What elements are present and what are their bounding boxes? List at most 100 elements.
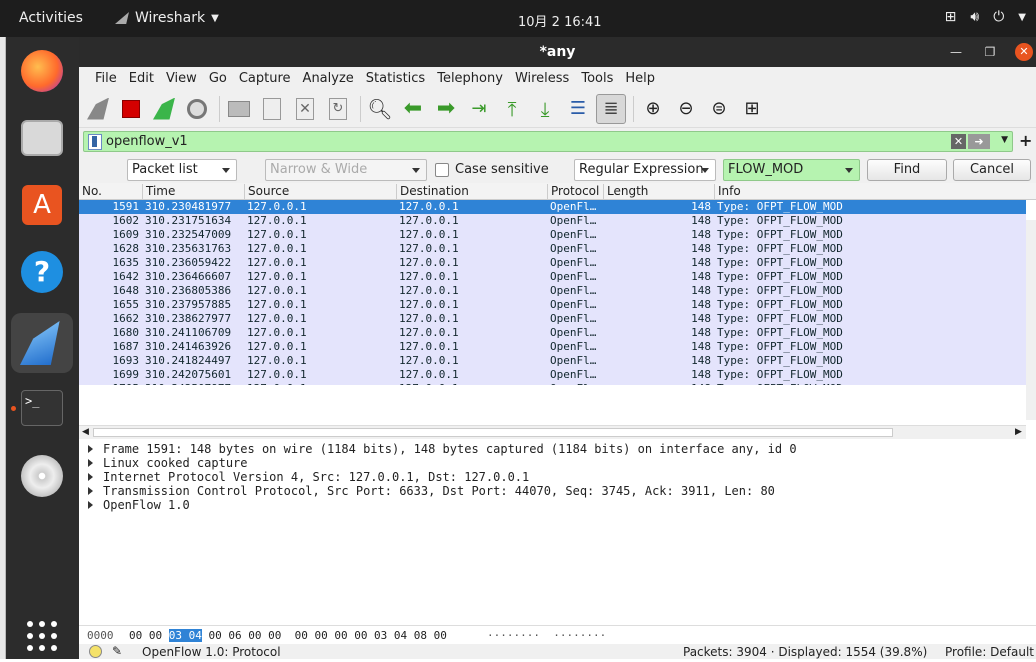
scroll-right-icon[interactable]: ▶: [1015, 427, 1022, 437]
wireshark-icon[interactable]: [11, 313, 73, 373]
apply-filter-icon[interactable]: ➜: [968, 134, 990, 149]
packet-row[interactable]: 1705 310.242507977 127.0.0.1 127.0.0.1 OpenF…: [79, 382, 1026, 385]
zoom-in-icon[interactable]: ⊕: [638, 94, 668, 124]
bytes-ascii[interactable]: ········ ········: [487, 629, 606, 642]
column-time[interactable]: Time: [142, 184, 244, 200]
software-store-icon[interactable]: A: [16, 179, 68, 231]
packet-list-hscrollbar[interactable]: ◀ ▶: [79, 425, 1026, 439]
column-destination[interactable]: Destination: [396, 184, 547, 200]
packet-dst: 127.0.0.1: [399, 242, 459, 255]
column-length[interactable]: Length: [603, 184, 714, 200]
detail-ipv4[interactable]: Internet Protocol Version 4, Src: 127.0.…: [79, 470, 1036, 484]
menu-tools[interactable]: Tools: [575, 71, 619, 86]
last-packet-icon[interactable]: ⤓: [530, 94, 560, 124]
menu-file[interactable]: File: [89, 71, 123, 86]
system-tray[interactable]: ⊞ 🔊︎ ⏻ ▼: [945, 9, 1026, 25]
capture-options-icon[interactable]: [182, 94, 212, 124]
firefox-icon[interactable]: [16, 45, 68, 97]
case-sensitive-checkbox[interactable]: [435, 163, 449, 177]
column-protocol[interactable]: Protocol: [547, 184, 603, 200]
packet-row[interactable]: 1662 310.238627977 127.0.0.1 127.0.0.1 OpenF…: [79, 312, 1026, 326]
packet-row[interactable]: 1655 310.237957885 127.0.0.1 127.0.0.1 OpenF…: [79, 298, 1026, 312]
column-info[interactable]: Info: [714, 184, 1026, 200]
save-file-icon[interactable]: [257, 94, 287, 124]
status-profile[interactable]: Profile: Default: [945, 645, 1034, 659]
search-input[interactable]: FLOW_MOD: [723, 159, 860, 181]
resize-columns-icon[interactable]: ⊞: [737, 94, 767, 124]
dvd-icon[interactable]: [16, 450, 68, 502]
column-source[interactable]: Source: [244, 184, 396, 200]
restart-capture-icon[interactable]: [149, 94, 179, 124]
scroll-left-icon[interactable]: ◀: [82, 427, 89, 437]
toolbar-separator: [360, 95, 361, 122]
zoom-out-icon[interactable]: ⊖: [671, 94, 701, 124]
find-button[interactable]: Find: [867, 159, 947, 181]
first-packet-icon[interactable]: ⤒: [497, 94, 527, 124]
zoom-normal-icon[interactable]: ⊜: [704, 94, 734, 124]
find-packet-icon[interactable]: 🔍︎: [365, 94, 395, 124]
reload-file-icon[interactable]: ↻: [323, 94, 353, 124]
menu-edit[interactable]: Edit: [123, 71, 160, 86]
go-to-packet-icon[interactable]: ⇥: [464, 94, 494, 124]
menu-help[interactable]: Help: [619, 71, 661, 86]
colorize-icon[interactable]: ≣: [596, 93, 626, 124]
detail-tcp[interactable]: Transmission Control Protocol, Src Port:…: [79, 484, 1036, 498]
menu-telephony[interactable]: Telephony: [431, 71, 509, 86]
packet-row[interactable]: 1642 310.236466607 127.0.0.1 127.0.0.1 OpenF…: [79, 270, 1026, 284]
menu-wireless[interactable]: Wireless: [509, 71, 575, 86]
help-icon[interactable]: ?: [16, 246, 68, 298]
edit-comment-icon[interactable]: ✎: [112, 644, 122, 658]
clear-filter-icon[interactable]: ✕: [951, 134, 966, 149]
packet-list-vscrollbar[interactable]: [1026, 220, 1036, 420]
detail-linux-cooked[interactable]: Linux cooked capture: [79, 456, 1036, 470]
char-width-select[interactable]: Narrow & Wide: [265, 159, 427, 181]
packet-row[interactable]: 1635 310.236059422 127.0.0.1 127.0.0.1 OpenF…: [79, 256, 1026, 270]
go-back-icon[interactable]: ⬅: [398, 94, 428, 124]
packet-row[interactable]: 1680 310.241106709 127.0.0.1 127.0.0.1 OpenF…: [79, 326, 1026, 340]
go-forward-icon[interactable]: ➡: [431, 94, 461, 124]
scroll-thumb[interactable]: [93, 428, 893, 437]
bookmark-icon[interactable]: [88, 133, 102, 150]
bytes-hex[interactable]: 00 00 03 04 00 06 00 00 00 00 00 00 03 0…: [129, 629, 447, 642]
menu-capture[interactable]: Capture: [233, 71, 297, 86]
packet-row[interactable]: 1693 310.241824497 127.0.0.1 127.0.0.1 OpenF…: [79, 354, 1026, 368]
menu-analyze[interactable]: Analyze: [297, 71, 360, 86]
packet-info: Type: OFPT_FLOW_MOD: [717, 382, 843, 385]
minimize-icon[interactable]: —: [947, 43, 965, 61]
packet-row[interactable]: 1609 310.232547009 127.0.0.1 127.0.0.1 OpenF…: [79, 228, 1026, 242]
packet-row[interactable]: 1648 310.236805386 127.0.0.1 127.0.0.1 OpenF…: [79, 284, 1026, 298]
stop-capture-icon[interactable]: [116, 94, 146, 124]
autoscroll-icon[interactable]: ☰: [563, 94, 593, 124]
search-in-select[interactable]: Packet list: [127, 159, 237, 181]
packet-row[interactable]: 1699 310.242075601 127.0.0.1 127.0.0.1 OpenF…: [79, 368, 1026, 382]
display-filter-input[interactable]: openflow_v1 ✕ ➜ ▼: [83, 131, 1013, 152]
menu-go[interactable]: Go: [203, 71, 233, 86]
terminal-icon[interactable]: >_: [16, 382, 68, 434]
chevron-down-icon[interactable]: ▼: [1001, 135, 1008, 145]
packet-row[interactable]: 1687 310.241463926 127.0.0.1 127.0.0.1 OpenF…: [79, 340, 1026, 354]
add-filter-button[interactable]: +: [1019, 131, 1032, 150]
packet-row[interactable]: 1602 310.231751634 127.0.0.1 127.0.0.1 OpenF…: [79, 214, 1026, 228]
app-menu[interactable]: Wireshark ▼: [115, 10, 219, 26]
activities-button[interactable]: Activities: [19, 10, 83, 26]
title-bar[interactable]: *any — ❐ ✕: [79, 37, 1036, 67]
search-type-select[interactable]: Regular Expression: [574, 159, 716, 181]
clock[interactable]: 10月 2 16:41: [518, 11, 602, 30]
detail-openflow[interactable]: OpenFlow 1.0: [79, 498, 1036, 512]
restore-icon[interactable]: ❐: [981, 43, 999, 61]
close-icon[interactable]: ✕: [1015, 43, 1033, 61]
packet-row[interactable]: 1591 310.230481977 127.0.0.1 127.0.0.1 OpenF…: [79, 200, 1026, 214]
detail-frame[interactable]: Frame 1591: 148 bytes on wire (1184 bits…: [79, 442, 1036, 456]
menu-statistics[interactable]: Statistics: [360, 71, 431, 86]
files-icon[interactable]: [16, 112, 68, 164]
packet-time: 310.242075601: [145, 368, 232, 381]
cancel-button[interactable]: Cancel: [953, 159, 1031, 181]
start-capture-icon[interactable]: [83, 94, 113, 124]
expert-info-icon[interactable]: [89, 645, 102, 658]
column-no[interactable]: No.: [79, 184, 102, 200]
menu-view[interactable]: View: [160, 71, 203, 86]
app-grid-icon[interactable]: [16, 610, 68, 662]
open-file-icon[interactable]: [224, 94, 254, 124]
packet-row[interactable]: 1628 310.235631763 127.0.0.1 127.0.0.1 OpenF…: [79, 242, 1026, 256]
close-file-icon[interactable]: ✕: [290, 94, 320, 124]
